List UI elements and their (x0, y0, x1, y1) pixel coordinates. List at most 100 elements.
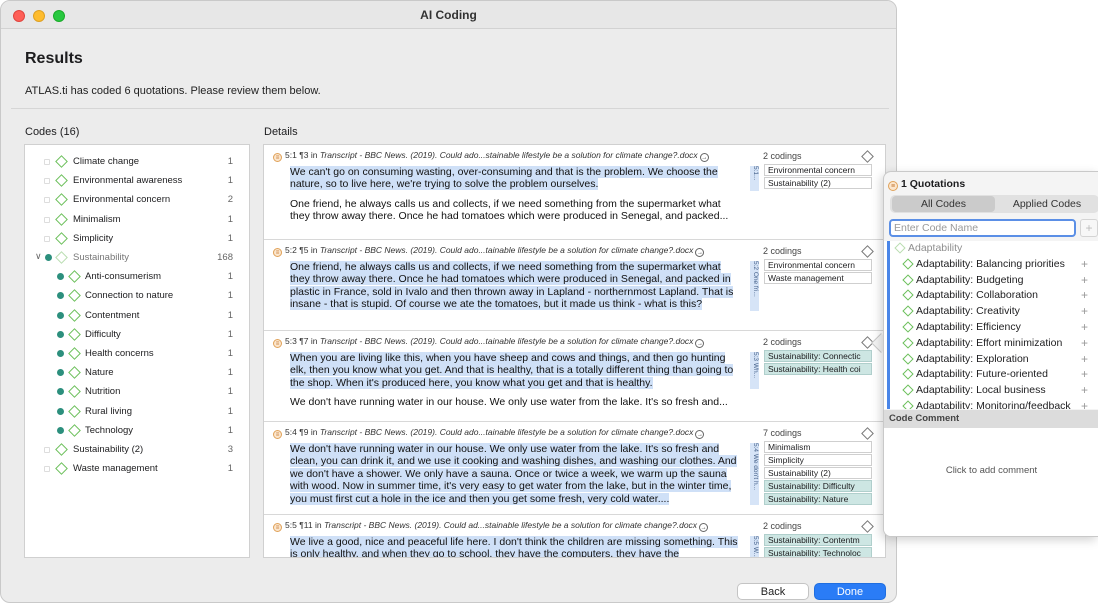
code-count: 1 (227, 309, 233, 321)
code-checkbox[interactable] (44, 235, 50, 242)
code-row[interactable]: Difficulty 1 (25, 326, 249, 345)
code-checkbox[interactable] (44, 159, 50, 165)
add-code-diamond-icon[interactable] (861, 150, 874, 163)
chevron-down-icon[interactable]: ∨ (35, 251, 42, 262)
tab-applied-codes[interactable]: Applied Codes (997, 196, 1097, 212)
code-row[interactable]: Rural living 1 (25, 403, 249, 422)
applied-code-tag[interactable]: Sustainability: Contentm (764, 534, 872, 546)
code-row[interactable]: ∨ Sustainability 168 (25, 249, 249, 268)
applied-code-tag[interactable]: Sustainability: Nature (764, 493, 872, 505)
go-to-quotation-icon[interactable]: → (695, 339, 705, 348)
code-checkbox[interactable] (44, 178, 50, 185)
quotation-text[interactable]: One friend, he always calls us and colle… (290, 261, 738, 311)
applied-code-tag[interactable]: Minimalism (764, 441, 872, 453)
applied-code-tag[interactable]: Environmental concern (764, 164, 872, 176)
applied-code-tag[interactable]: Simplicity (764, 454, 872, 466)
popover-code-item[interactable]: Adaptability: Budgeting + (884, 273, 1098, 289)
document-name[interactable]: Transcript - BBC News. (2019). Could ado… (320, 245, 694, 255)
document-name[interactable]: Transcript - BBC News. (2019). Could ado… (320, 336, 694, 346)
popover-code-item[interactable]: Adaptability: Creativity + (884, 304, 1098, 320)
popover-code-item[interactable]: Adaptability: Efficiency + (884, 320, 1098, 336)
code-name-input[interactable]: Enter Code Name (889, 219, 1076, 237)
popover-code-item[interactable]: Adaptability: Monitoring/feedback + (884, 399, 1098, 409)
code-count: 1 (227, 367, 233, 379)
quotation-paragraph: ¶11 (299, 520, 313, 530)
code-row[interactable]: Connection to nature 1 (25, 287, 249, 306)
code-row[interactable]: Nature 1 (25, 364, 249, 383)
add-code-plus-icon[interactable]: + (1081, 257, 1088, 271)
add-code-plus-icon[interactable]: + (1081, 273, 1088, 287)
code-row[interactable]: Simplicity 1 (25, 230, 249, 249)
applied-code-tag[interactable]: Sustainability: Health coi (764, 363, 872, 375)
popover-code-item[interactable]: Adaptability: Future-oriented + (884, 367, 1098, 383)
quotation-context: One friend, he always calls us and colle… (290, 197, 729, 223)
code-row[interactable]: Sustainability (2) 3 (25, 441, 249, 460)
code-icon (902, 384, 914, 396)
add-code-plus-icon[interactable]: + (1081, 399, 1088, 409)
code-checkbox[interactable] (44, 466, 50, 473)
quotation-text[interactable]: We can't go on consuming wasting, over-c… (290, 166, 738, 223)
quotation-text[interactable]: We live a good, nice and peaceful life h… (290, 536, 738, 557)
popover-code-item[interactable]: Adaptability: Effort minimization + (884, 336, 1098, 352)
code-row[interactable]: Technology 1 (25, 422, 249, 441)
go-to-quotation-icon[interactable]: → (699, 523, 709, 532)
add-code-diamond-icon[interactable] (861, 427, 874, 440)
go-to-quotation-icon[interactable]: → (695, 430, 705, 439)
code-name: Technology (85, 424, 134, 436)
code-row[interactable]: Anti-consumerism 1 (25, 268, 249, 287)
code-checkbox[interactable] (44, 197, 50, 204)
add-code-diamond-icon[interactable] (861, 520, 874, 533)
quotation-card: ≡ 5:1 ¶3 in Transcript - BBC News. (2019)… (264, 145, 885, 240)
add-code-plus-icon[interactable]: + (1081, 304, 1088, 318)
code-row[interactable]: Environmental awareness 1 (25, 172, 249, 191)
applied-code-tag[interactable]: Environmental concern (764, 259, 872, 271)
add-code-diamond-icon[interactable] (861, 245, 874, 258)
popover-code-item[interactable]: Adaptability: Balancing priorities + (884, 257, 1098, 273)
quotation-text[interactable]: When you are living like this, when you … (290, 352, 738, 409)
code-row[interactable]: Minimalism 1 (25, 211, 249, 230)
code-row[interactable]: Climate change 1 (25, 153, 249, 172)
add-code-button[interactable]: + (1080, 219, 1098, 237)
back-button[interactable]: Back (737, 583, 809, 600)
code-checkbox[interactable] (44, 447, 50, 453)
code-icon (68, 385, 81, 399)
applied-code-tag[interactable]: Waste management (764, 272, 872, 284)
quotation-text[interactable]: We don't have running water in our house… (290, 443, 738, 505)
ai-coding-window: AI Coding Results ATLAS.ti has coded 6 q… (0, 0, 897, 603)
applied-code-tag[interactable]: Sustainability (2) (764, 467, 872, 479)
popover-code-item[interactable]: Adaptability: Local business + (884, 383, 1098, 399)
applied-code-tag[interactable]: Sustainability: Connectic (764, 350, 872, 362)
document-name[interactable]: Transcript - BBC News. (2019). Could ado… (320, 150, 698, 160)
add-code-plus-icon[interactable]: + (1081, 383, 1088, 397)
popover-code-item[interactable]: Adaptability: Exploration + (884, 352, 1098, 368)
applied-code-tag[interactable]: Sustainability: Technoloc (764, 547, 872, 557)
add-comment-placeholder[interactable]: Click to add comment (884, 465, 1098, 476)
add-code-plus-icon[interactable]: + (1081, 336, 1088, 350)
code-checkbox[interactable] (44, 216, 50, 223)
applied-code-tag[interactable]: Sustainability (2) (764, 177, 872, 189)
code-row[interactable]: Waste management 1 (25, 460, 249, 479)
add-code-plus-icon[interactable]: + (1081, 367, 1088, 381)
code-name: Adaptability: Exploration (916, 352, 1029, 365)
code-row[interactable]: Contentment 1 (25, 307, 249, 326)
go-to-quotation-icon[interactable]: → (695, 248, 705, 257)
document-name[interactable]: Transcript - BBC News. (2019). Could ado… (320, 427, 694, 437)
done-button[interactable]: Done (814, 583, 886, 600)
tab-all-codes[interactable]: All Codes (892, 196, 995, 212)
go-to-quotation-icon[interactable]: → (699, 153, 709, 162)
add-code-plus-icon[interactable]: + (1081, 352, 1088, 366)
code-row[interactable]: Health concerns 1 (25, 345, 249, 364)
code-row[interactable]: Nutrition 1 (25, 383, 249, 402)
add-code-plus-icon[interactable]: + (1081, 320, 1088, 334)
code-group-row[interactable]: Adaptability (884, 241, 1098, 257)
quotation-paragraph: ¶3 (299, 150, 309, 160)
add-code-plus-icon[interactable]: + (1081, 288, 1088, 302)
quotation-header: ≡ 5:3 ¶7 in Transcript - BBC News. (2019)… (273, 336, 705, 348)
quotation-header: ≡ 5:2 ¶5 in Transcript - BBC News. (2019)… (273, 245, 705, 257)
popover-code-item[interactable]: Adaptability: Collaboration + (884, 288, 1098, 304)
highlighted-text: We can't go on consuming wasting, over-c… (290, 166, 718, 191)
code-comment-area[interactable]: Click to add comment (884, 428, 1098, 536)
applied-code-tag[interactable]: Sustainability: Difficulty (764, 480, 872, 492)
document-name[interactable]: Transcript - BBC News. (2019). Could ad.… (324, 520, 697, 530)
code-row[interactable]: Environmental concern 2 (25, 191, 249, 210)
